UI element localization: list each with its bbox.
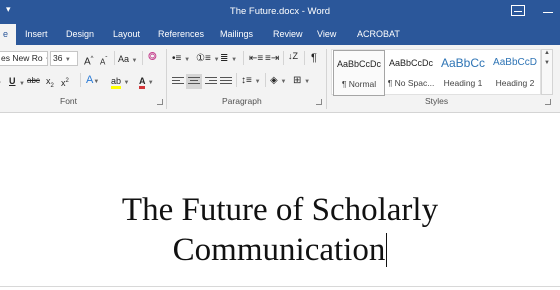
- decrease-indent-button[interactable]: ⇤≡: [249, 53, 263, 65]
- clear-formatting-icon[interactable]: ⭗: [148, 51, 157, 63]
- tab-mailings[interactable]: Mailings: [220, 29, 253, 39]
- styles-dialog-launcher-icon[interactable]: [545, 99, 551, 105]
- underline-button[interactable]: U: [9, 75, 16, 87]
- paragraph-group-label: Paragraph: [222, 96, 262, 106]
- grow-font-button[interactable]: A^: [84, 53, 94, 68]
- separator: [236, 73, 237, 87]
- chevron-up-icon[interactable]: ▲: [542, 50, 552, 56]
- font-group-label: Font: [60, 96, 78, 106]
- shading-button[interactable]: ◈ ▼: [270, 75, 286, 88]
- separator: [114, 51, 115, 65]
- multilevel-list-button[interactable]: ≣ ▼: [220, 53, 237, 66]
- separator: [283, 51, 284, 65]
- ribbon: es New Ro ▼ 36 ▼ A^ Aˇ Aa ▼ ⭗ ▼ U ▼ abc …: [0, 45, 560, 113]
- line-spacing-button[interactable]: ↕≡ ▼: [241, 75, 261, 88]
- borders-button[interactable]: ⊞ ▼: [293, 75, 310, 88]
- ribbon-tab-row: e Insert Design Layout References Mailin…: [0, 24, 560, 45]
- align-left-icon[interactable]: [172, 77, 184, 87]
- tab-references[interactable]: References: [158, 29, 204, 39]
- text-effects-button[interactable]: A▼: [86, 74, 99, 88]
- style-normal[interactable]: AaBbCcDc ¶ Normal: [333, 50, 385, 96]
- subscript-button[interactable]: x2: [46, 75, 54, 92]
- minimize-icon[interactable]: [543, 12, 553, 13]
- styles-group-label: Styles: [425, 96, 449, 106]
- separator: [326, 49, 327, 109]
- tab-insert[interactable]: Insert: [25, 29, 48, 39]
- document-title-line-2[interactable]: Communication: [0, 232, 560, 269]
- window-title: The Future.docx - Word: [229, 6, 331, 17]
- title-bar: ▾ The Future.docx - Word: [0, 0, 560, 24]
- font-name-value: es New Ro: [1, 53, 43, 63]
- underline-options-icon[interactable]: ▼: [19, 76, 25, 90]
- justify-icon[interactable]: [220, 77, 232, 87]
- chevron-down-icon[interactable]: ▼: [542, 60, 552, 66]
- style-heading-2[interactable]: AaBbCcD Heading 2: [489, 50, 541, 96]
- separator: [142, 51, 143, 65]
- tab-view[interactable]: View: [317, 29, 336, 39]
- styles-gallery-scrollbar[interactable]: ▲ ▼: [541, 49, 553, 95]
- tab-acrobat[interactable]: ACROBAT: [357, 29, 400, 39]
- bullets-button[interactable]: •≡ ▼: [172, 53, 190, 66]
- separator: [304, 51, 305, 65]
- align-center-icon[interactable]: [186, 74, 202, 89]
- sort-button[interactable]: ↓Z: [288, 52, 298, 61]
- tab-review[interactable]: Review: [273, 29, 303, 39]
- ribbon-display-options-icon[interactable]: [511, 5, 525, 16]
- separator: [265, 73, 266, 87]
- numbering-button[interactable]: ①≡ ▼: [196, 53, 220, 66]
- tab-design[interactable]: Design: [66, 29, 94, 39]
- change-case-button[interactable]: Aa ▼: [118, 53, 137, 67]
- strikethrough-button[interactable]: abc: [27, 75, 40, 87]
- increase-indent-button[interactable]: ≡⇥: [265, 53, 279, 65]
- superscript-button[interactable]: x2: [61, 75, 69, 89]
- paragraph-dialog-launcher-icon[interactable]: [316, 99, 322, 105]
- separator: [243, 51, 244, 65]
- style-heading-1[interactable]: AaBbCc Heading 1: [437, 50, 489, 96]
- shrink-font-button[interactable]: Aˇ: [100, 54, 107, 69]
- align-right-icon[interactable]: [205, 77, 217, 87]
- font-size-value: 36: [53, 53, 63, 63]
- separator: [80, 73, 81, 87]
- document-page[interactable]: The Future of Scholarly Communication: [0, 114, 560, 290]
- font-dialog-launcher-icon[interactable]: [157, 99, 163, 105]
- styles-gallery: AaBbCcDc ¶ Normal AaBbCcDc ¶ No Spac... …: [331, 49, 541, 96]
- chevron-down-icon: ▼: [64, 57, 71, 63]
- font-dropdown-tail[interactable]: ▼: [0, 76, 2, 90]
- tab-home[interactable]: e: [0, 24, 16, 45]
- font-size-combo[interactable]: 36 ▼: [50, 51, 78, 66]
- text-cursor: [386, 233, 388, 267]
- font-color-button[interactable]: A ▼: [139, 75, 154, 89]
- page-divider: [0, 286, 560, 287]
- tab-layout[interactable]: Layout: [113, 29, 140, 39]
- font-name-combo[interactable]: es New Ro ▼: [0, 51, 48, 66]
- chevron-down-icon: ▼: [45, 57, 47, 63]
- show-hide-marks-button[interactable]: ¶: [311, 52, 317, 64]
- document-title-line-1[interactable]: The Future of Scholarly: [0, 192, 560, 229]
- text-highlight-button[interactable]: ab ▼: [111, 75, 129, 89]
- separator: [166, 49, 167, 109]
- style-no-spacing[interactable]: AaBbCcDc ¶ No Spac...: [385, 50, 437, 96]
